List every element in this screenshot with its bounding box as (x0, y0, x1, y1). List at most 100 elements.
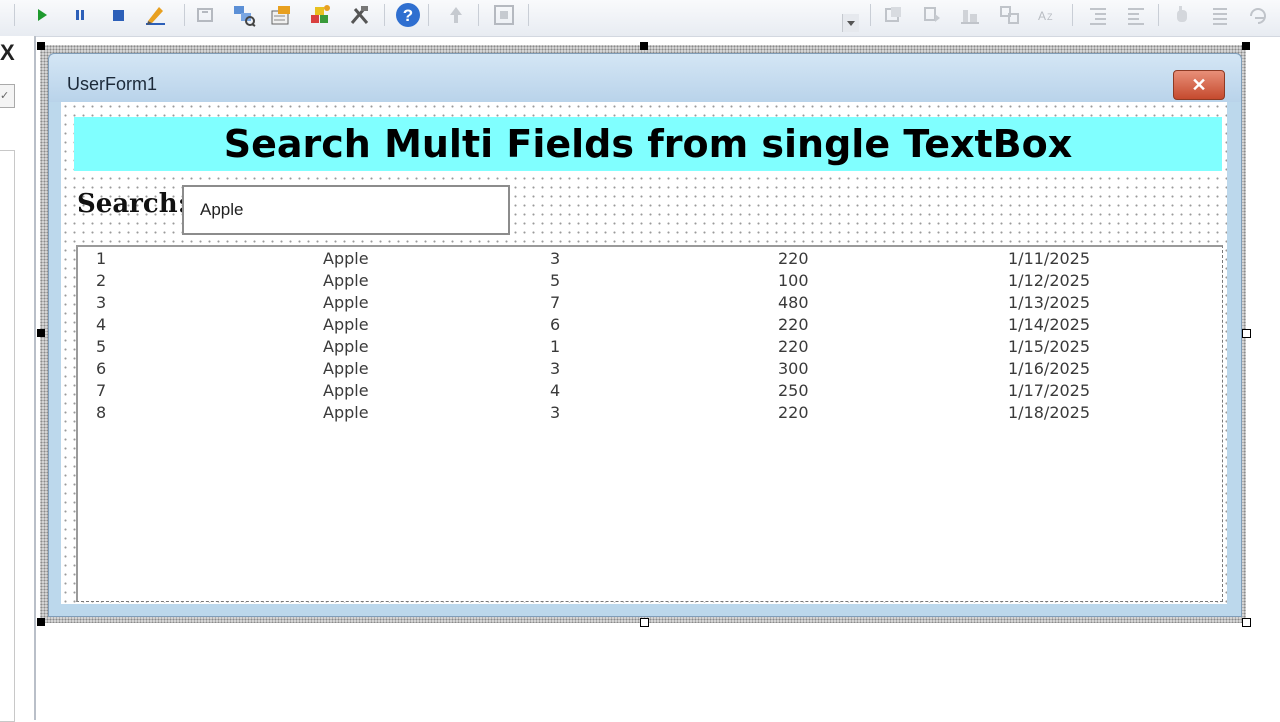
list-cell: 1/14/2025 (1008, 315, 1091, 334)
list-cell: 1/12/2025 (1008, 271, 1091, 290)
close-button[interactable]: ✕ (1173, 70, 1225, 100)
list-cell: Apple (323, 293, 369, 312)
list-item[interactable]: 3 Apple 7 480 1/13/2025 (78, 293, 1222, 315)
list-cell: 480 (778, 293, 809, 312)
list-cell: 1/13/2025 (1008, 293, 1091, 312)
list-cell: Apple (323, 403, 369, 422)
outdent-icon (1122, 2, 1150, 28)
send-to-back-icon (918, 2, 946, 28)
list-cell: 220 (778, 315, 809, 334)
hand-icon (1168, 2, 1196, 28)
list-item[interactable]: 4 Apple 6 220 1/14/2025 (78, 315, 1222, 337)
object-browser-icon[interactable] (306, 2, 334, 28)
svg-text:Z: Z (1047, 12, 1053, 22)
bookmark-icon (442, 2, 470, 28)
list-cell: 220 (778, 403, 809, 422)
list-cell: 1 (96, 249, 107, 268)
project-explorer-icon[interactable] (230, 2, 258, 28)
list-cell: 1/17/2025 (1008, 381, 1091, 400)
form-titlebar[interactable]: UserForm1 ✕ (49, 54, 1241, 102)
indent-icon (1084, 2, 1112, 28)
list-cell: 3 (550, 249, 561, 268)
list-cell: 1/16/2025 (1008, 359, 1091, 378)
list-cell: 1/11/2025 (1008, 249, 1091, 268)
close-icon: ✕ (1191, 74, 1207, 95)
svg-text:?: ? (403, 6, 413, 25)
toolbar-separator (1158, 4, 1159, 26)
list-item[interactable]: 7 Apple 4 250 1/17/2025 (78, 381, 1222, 403)
group-icon (956, 2, 984, 28)
list-cell: 4 (550, 381, 561, 400)
list-cell: Apple (323, 271, 369, 290)
list-cell: 100 (778, 271, 809, 290)
resize-handle[interactable] (1242, 618, 1251, 627)
list-item[interactable]: 1 Apple 3 220 1/11/2025 (78, 249, 1222, 271)
ungroup-icon (996, 2, 1024, 28)
list-item[interactable]: 5 Apple 1 220 1/15/2025 (78, 337, 1222, 359)
list-cell: 4 (96, 315, 107, 334)
toolbar-separator (184, 4, 185, 26)
help-icon[interactable]: ? (394, 2, 422, 28)
list-cell: 5 (550, 271, 561, 290)
toolbox-icon[interactable] (346, 2, 374, 28)
list-cell: 2 (96, 271, 107, 290)
list-cell: Apple (323, 249, 369, 268)
pause-icon[interactable] (66, 2, 94, 28)
list-cell: 250 (778, 381, 809, 400)
toolbar-separator (14, 4, 15, 26)
list-cell: 220 (778, 337, 809, 356)
toolbar-separator (428, 4, 429, 26)
design-mode-icon[interactable] (142, 2, 170, 28)
comment-icon (1244, 2, 1272, 28)
list-cell: 3 (96, 293, 107, 312)
resize-handle (1242, 42, 1250, 50)
results-listbox[interactable]: 1 Apple 3 220 1/11/2025 2 Apple 5 100 1/12/2025 3 A… (76, 245, 1223, 602)
list-cell: 300 (778, 359, 809, 378)
header-label: Search Multi Fields from single TextBox (74, 117, 1222, 171)
undo-icon (192, 2, 220, 28)
userform-window[interactable]: UserForm1 ✕ Search Multi Fields from sin… (48, 53, 1242, 617)
list-cell: 5 (96, 337, 107, 356)
stop-icon[interactable] (104, 2, 132, 28)
toolbar-separator (528, 4, 529, 26)
list-item[interactable]: 2 Apple 5 100 1/12/2025 (78, 271, 1222, 293)
standard-toolbar: ? AZ (0, 0, 1280, 37)
list-cell: Apple (323, 315, 369, 334)
list-cell: 8 (96, 403, 107, 422)
list-cell: 6 (550, 315, 561, 334)
search-input[interactable] (182, 185, 510, 235)
list-cell: 7 (96, 381, 107, 400)
resize-handle (37, 42, 45, 50)
toolbar-separator (478, 4, 479, 26)
svg-text:A: A (1038, 9, 1046, 23)
run-icon[interactable] (28, 2, 56, 28)
list-cell: 1/15/2025 (1008, 337, 1091, 356)
properties-icon[interactable] (268, 2, 296, 28)
list-cell: 3 (550, 403, 561, 422)
close-icon[interactable]: X (0, 40, 16, 66)
toolbar-separator (384, 4, 385, 26)
form-title: UserForm1 (67, 74, 158, 94)
list-cell: Apple (323, 337, 369, 356)
bring-to-front-icon (880, 2, 908, 28)
search-label: Search: (77, 189, 188, 219)
toolbar-separator (1072, 4, 1073, 26)
resize-handle (37, 618, 45, 626)
properties-panel-edge (0, 150, 15, 722)
resize-handle (37, 329, 45, 337)
list-cell: 1 (550, 337, 561, 356)
checkmark-icon[interactable]: ✓ (0, 84, 15, 108)
list-cell: 3 (550, 359, 561, 378)
form-client-area[interactable]: Search Multi Fields from single TextBox … (61, 102, 1227, 604)
resize-handle[interactable] (1242, 329, 1251, 338)
list-cell: Apple (323, 381, 369, 400)
toggle-breakpoint-icon (490, 2, 518, 28)
list-item[interactable]: 8 Apple 3 220 1/18/2025 (78, 403, 1222, 425)
list-item[interactable]: 6 Apple 3 300 1/16/2025 (78, 359, 1222, 381)
list-cell: 6 (96, 359, 107, 378)
list-cell: 220 (778, 249, 809, 268)
list-cell: 7 (550, 293, 561, 312)
list-icon (1206, 2, 1234, 28)
resize-handle[interactable] (640, 618, 649, 627)
toolbar-options-dropdown[interactable] (842, 14, 859, 32)
